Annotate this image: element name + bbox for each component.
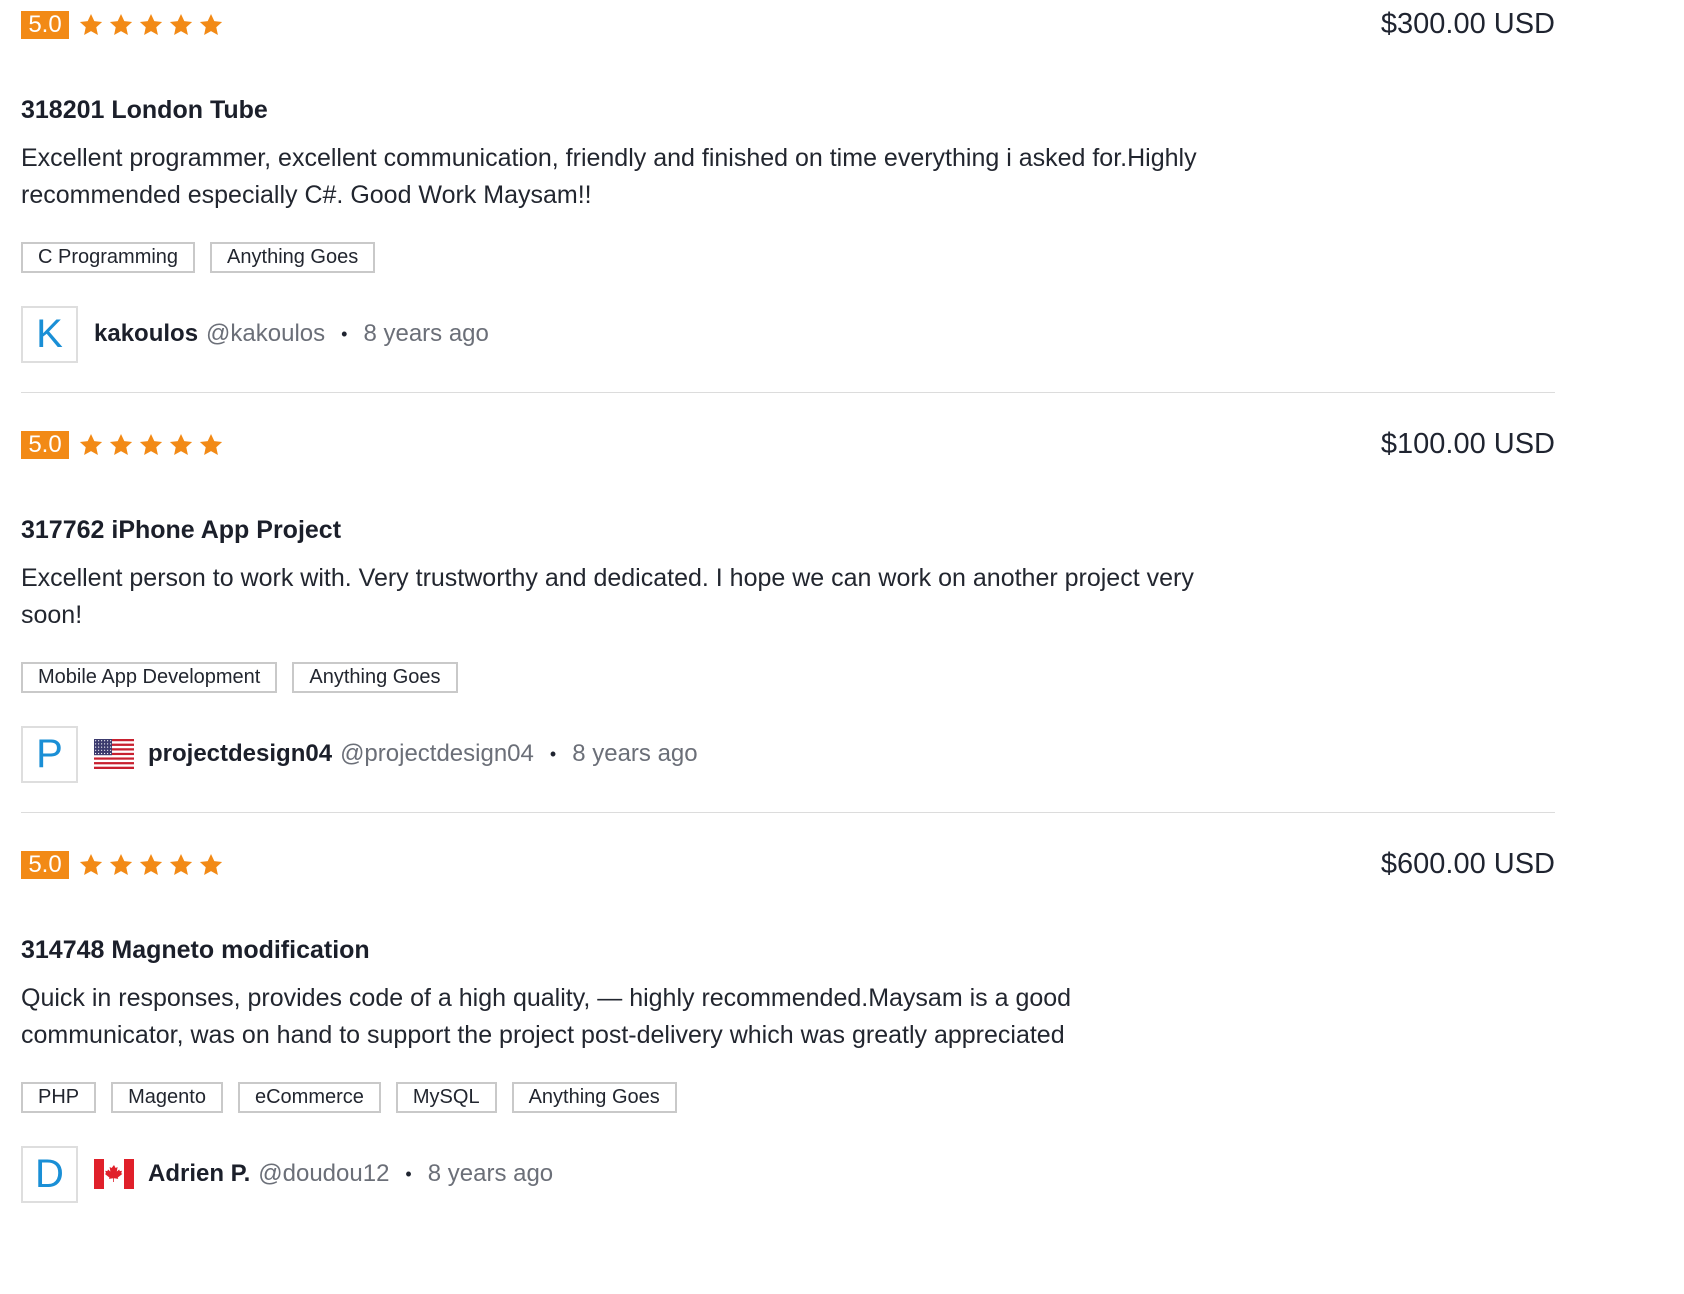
star-icon	[169, 13, 193, 35]
skill-tag[interactable]: Anything Goes	[292, 662, 458, 693]
reviewer-row: P projectdesign04 @projectdesign04 • 8 y…	[21, 724, 698, 784]
project-title[interactable]: 314748 Magneto modification	[21, 936, 370, 965]
review-comment: Excellent person to work with. Very trus…	[21, 564, 1194, 629]
reviewer-row: K kakoulos @kakoulos • 8 years ago	[21, 304, 489, 364]
project-price: $100.00 USD	[1380, 428, 1555, 460]
reviewer-handle[interactable]: @doudou12	[258, 1160, 389, 1188]
skill-tag[interactable]: Magento	[111, 1082, 223, 1113]
star-icon	[109, 13, 133, 35]
skill-tag[interactable]: Mobile App Development	[21, 662, 278, 693]
canada-flag-icon	[94, 1159, 134, 1189]
review-comment: Excellent programmer, excellent communic…	[21, 144, 1197, 209]
skill-tag[interactable]: PHP	[21, 1082, 97, 1113]
reviewer-name[interactable]: Adrien P.	[148, 1160, 250, 1188]
star-icon	[169, 853, 193, 875]
reviewer-row: D Adrien P. @doudou12 • 8 years ago	[21, 1144, 553, 1204]
skill-tags: PHP Magento eCommerce MySQL Anything Goes	[21, 1082, 677, 1113]
star-icon	[199, 853, 223, 875]
review-card: 5.0 $100.00 USD 317762 iPhone App Projec…	[21, 392, 1555, 812]
reviewer-avatar[interactable]: D	[21, 1145, 78, 1203]
project-title[interactable]: 318201 London Tube	[21, 96, 268, 125]
skill-tag[interactable]: eCommerce	[237, 1082, 381, 1113]
separator-dot: •	[549, 743, 557, 764]
rating-row: 5.0	[21, 851, 224, 879]
star-icon	[79, 13, 103, 35]
skill-tag[interactable]: Anything Goes	[511, 1082, 677, 1113]
reviewer-name[interactable]: projectdesign04	[148, 740, 332, 768]
star-icon	[79, 433, 103, 455]
project-price: $600.00 USD	[1380, 848, 1555, 880]
us-flag-icon	[94, 739, 134, 769]
reviewer-name[interactable]: kakoulos	[94, 320, 198, 348]
skill-tag[interactable]: Anything Goes	[210, 242, 376, 273]
review-time: 8 years ago	[572, 740, 698, 767]
star-icon	[139, 13, 163, 35]
reviews-list: 5.0 $300.00 USD 318201 London Tube Excel…	[21, 0, 1555, 1232]
rating-score-badge: 5.0	[21, 431, 69, 459]
skill-tag[interactable]: C Programming	[21, 242, 196, 273]
rating-row: 5.0	[21, 431, 224, 459]
rating-score-badge: 5.0	[21, 851, 69, 879]
star-icon	[79, 853, 103, 875]
review-card: 5.0 $300.00 USD 318201 London Tube Excel…	[21, 0, 1555, 392]
reviewer-handle[interactable]: @projectdesign04	[340, 740, 534, 768]
star-icon	[139, 433, 163, 455]
star-icon	[109, 853, 133, 875]
skill-tags: Mobile App Development Anything Goes	[21, 662, 458, 693]
rating-stars	[78, 852, 224, 878]
star-icon	[199, 13, 223, 35]
rating-stars	[78, 12, 224, 38]
project-price: $300.00 USD	[1380, 8, 1555, 40]
review-card: 5.0 $600.00 USD 314748 Magneto modificat…	[21, 812, 1555, 1232]
star-icon	[169, 433, 193, 455]
review-time: 8 years ago	[427, 1160, 554, 1187]
skill-tags: C Programming Anything Goes	[21, 242, 376, 273]
project-title[interactable]: 317762 iPhone App Project	[21, 516, 341, 545]
skill-tag[interactable]: MySQL	[395, 1082, 497, 1113]
review-comment: Quick in responses, provides code of a h…	[21, 984, 1072, 1049]
star-icon	[139, 853, 163, 875]
star-icon	[199, 433, 223, 455]
star-icon	[109, 433, 133, 455]
review-time: 8 years ago	[363, 320, 489, 347]
rating-row: 5.0	[21, 11, 224, 39]
rating-stars	[78, 432, 224, 458]
reviewer-avatar[interactable]: P	[21, 725, 78, 783]
separator-dot: •	[405, 1163, 412, 1184]
reviewer-avatar[interactable]: K	[21, 305, 78, 363]
reviewer-handle[interactable]: @kakoulos	[206, 320, 325, 348]
rating-score-badge: 5.0	[21, 11, 69, 39]
separator-dot: •	[341, 323, 348, 344]
